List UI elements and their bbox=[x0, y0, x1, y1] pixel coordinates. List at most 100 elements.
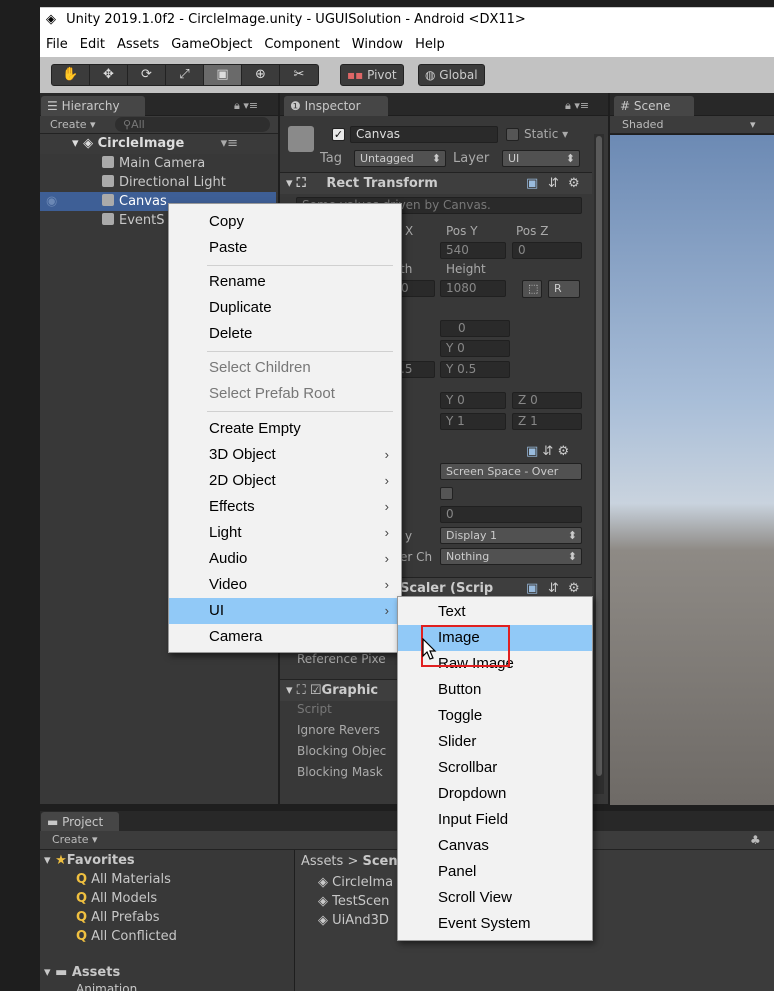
menu-gameobject[interactable]: GameObject bbox=[165, 33, 258, 57]
custom-tool-icon[interactable]: ✂ bbox=[280, 65, 318, 85]
submenu-item-text[interactable]: Text bbox=[398, 599, 592, 625]
rotate-tool-icon[interactable]: ⟳ bbox=[128, 65, 166, 85]
inspector-scrollbar[interactable] bbox=[594, 134, 604, 794]
menu-item-3d-object[interactable]: 3D Object › bbox=[169, 442, 401, 468]
move-tool-icon[interactable]: ✥ bbox=[90, 65, 128, 85]
settings-gear-icon[interactable]: ⚙ bbox=[568, 173, 580, 195]
shading-mode-dropdown[interactable]: Shaded bbox=[610, 118, 663, 131]
target-display-dropdown[interactable]: Display 1 ⬍ bbox=[440, 527, 582, 544]
anchor-min-y-field[interactable]: 0 bbox=[440, 320, 510, 337]
static-label[interactable]: Static ▾ bbox=[524, 127, 568, 141]
scene-view[interactable] bbox=[610, 135, 774, 805]
favorites-folder[interactable]: ▾ ★Favorites bbox=[44, 851, 135, 870]
tab-scene[interactable]: # Scene bbox=[614, 96, 694, 116]
global-toggle[interactable]: ◍ Global bbox=[418, 64, 485, 86]
breadcrumb-assets[interactable]: Assets bbox=[301, 854, 343, 869]
scale-z-field[interactable]: Z 1 bbox=[512, 413, 582, 430]
file-uiand3d[interactable]: ◈ UiAnd3D bbox=[318, 911, 389, 930]
submenu-item-toggle[interactable]: Toggle bbox=[398, 703, 592, 729]
menu-item-rename[interactable]: Rename bbox=[169, 269, 401, 295]
menu-item-copy[interactable]: Copy bbox=[169, 209, 401, 235]
pivot-y-field[interactable]: Y 0.5 bbox=[440, 361, 510, 378]
menu-item-duplicate[interactable]: Duplicate bbox=[169, 295, 401, 321]
assets-folder[interactable]: ▾ ▬ Assets bbox=[44, 963, 120, 982]
hierarchy-search-input[interactable]: ⚲All bbox=[115, 117, 270, 132]
favorite-all-conflicted[interactable]: Q All Conflicted bbox=[76, 927, 177, 946]
submenu-item-scrollbar[interactable]: Scrollbar bbox=[398, 755, 592, 781]
menu-item-effects[interactable]: Effects › bbox=[169, 494, 401, 520]
menu-help[interactable]: Help bbox=[409, 33, 451, 57]
hierarchy-lock-icon[interactable]: 🔒︎ ▾≡ bbox=[234, 99, 258, 113]
preset-icon[interactable]: ⇵ bbox=[548, 173, 559, 195]
file-testscene[interactable]: ◈ TestScen bbox=[318, 892, 389, 911]
pixel-perfect-checkbox[interactable] bbox=[440, 487, 453, 500]
submenu-item-canvas[interactable]: Canvas bbox=[398, 833, 592, 859]
submenu-item-scroll-view[interactable]: Scroll View bbox=[398, 885, 592, 911]
menu-item-video[interactable]: Video › bbox=[169, 572, 401, 598]
rotation-z-field[interactable]: Z 0 bbox=[512, 392, 582, 409]
canvas-component-icons[interactable]: ▣ ⇵ ⚙ bbox=[526, 444, 569, 459]
tab-hierarchy[interactable]: ☰ Hierarchy bbox=[41, 96, 145, 116]
menu-item-2d-object[interactable]: 2D Object › bbox=[169, 468, 401, 494]
favorite-all-models[interactable]: Q All Models bbox=[76, 889, 157, 908]
menu-component[interactable]: Component bbox=[258, 33, 345, 57]
sort-order-field[interactable]: 0 bbox=[440, 506, 582, 523]
submenu-item-dropdown[interactable]: Dropdown bbox=[398, 781, 592, 807]
animation-folder[interactable]: Animation bbox=[76, 982, 137, 991]
rect-transform-header[interactable]: ▾ ⛶ Rect Transform ▣ ⇵ ⚙ bbox=[280, 172, 592, 194]
rect-tool-icon[interactable]: ▣ bbox=[204, 65, 242, 85]
submenu-item-button[interactable]: Button bbox=[398, 677, 592, 703]
help-icon[interactable]: ▣ bbox=[526, 173, 538, 195]
menu-item-select-children[interactable]: Select Children bbox=[169, 355, 401, 381]
static-checkbox[interactable] bbox=[506, 128, 519, 141]
help-icon[interactable]: ▣ bbox=[526, 444, 538, 459]
height-field[interactable]: 1080 bbox=[440, 280, 506, 297]
scene-root-row[interactable]: ▾ ◈ CircleImage ▾≡ bbox=[40, 134, 278, 154]
scale-tool-icon[interactable]: ⤢ bbox=[166, 65, 204, 85]
object-name-field[interactable]: Canvas bbox=[350, 126, 498, 143]
render-mode-dropdown[interactable]: Screen Space - Over bbox=[440, 463, 582, 480]
pivot-toggle[interactable]: ▪▪ Pivot bbox=[340, 64, 404, 86]
layer-dropdown[interactable]: UI ⬍ bbox=[502, 150, 580, 167]
submenu-item-input-field[interactable]: Input Field bbox=[398, 807, 592, 833]
favorite-all-prefabs[interactable]: Q All Prefabs bbox=[76, 908, 160, 927]
project-filter-icon[interactable]: ♣ bbox=[750, 832, 761, 849]
raw-edit-button[interactable]: R bbox=[548, 280, 580, 298]
active-checkbox[interactable]: ✓ bbox=[332, 128, 345, 141]
file-circleimage[interactable]: ◈ CircleIma bbox=[318, 873, 393, 892]
project-create-button[interactable]: Create ▾ bbox=[40, 833, 98, 846]
menu-assets[interactable]: Assets bbox=[111, 33, 165, 57]
tab-inspector[interactable]: ❶ Inspector bbox=[284, 96, 388, 116]
breadcrumb-scenes[interactable]: Scen bbox=[362, 854, 397, 869]
blueprint-button[interactable]: ⬚ bbox=[522, 280, 542, 298]
hierarchy-create-button[interactable]: Create ▾ bbox=[40, 118, 96, 131]
submenu-item-slider[interactable]: Slider bbox=[398, 729, 592, 755]
menu-edit[interactable]: Edit bbox=[74, 33, 111, 57]
menu-item-light[interactable]: Light › bbox=[169, 520, 401, 546]
menu-item-select-prefab-root[interactable]: Select Prefab Root bbox=[169, 381, 401, 407]
inspector-scroll-thumb[interactable] bbox=[596, 136, 602, 776]
favorite-all-materials[interactable]: Q All Materials bbox=[76, 870, 171, 889]
hand-tool-icon[interactable]: ✋ bbox=[52, 65, 90, 85]
menu-item-camera[interactable]: Camera bbox=[169, 624, 401, 650]
pos-z-field[interactable]: 0 bbox=[512, 242, 582, 259]
menu-item-delete[interactable]: Delete bbox=[169, 321, 401, 347]
menu-item-audio[interactable]: Audio › bbox=[169, 546, 401, 572]
visibility-eye-icon[interactable]: ◉ bbox=[46, 192, 57, 211]
inspector-lock-icon[interactable]: 🔒︎ ▾≡ bbox=[565, 99, 589, 113]
menu-item-paste[interactable]: Paste bbox=[169, 235, 401, 261]
submenu-item-panel[interactable]: Panel bbox=[398, 859, 592, 885]
tab-project[interactable]: ▬ Project bbox=[41, 812, 119, 832]
graphic-raycaster-header[interactable]: ▾ ⛶ ☑Graphic bbox=[280, 679, 400, 701]
rotation-y-field[interactable]: Y 0 bbox=[440, 392, 506, 409]
tag-dropdown[interactable]: Untagged ⬍ bbox=[354, 150, 446, 167]
anchor-max-y-field[interactable]: Y 0 bbox=[440, 340, 510, 357]
menu-item-create-empty[interactable]: Create Empty bbox=[169, 416, 401, 442]
menu-item-ui[interactable]: UI › bbox=[169, 598, 401, 624]
menu-window[interactable]: Window bbox=[346, 33, 409, 57]
scene-menu-icon[interactable]: ▾≡ bbox=[221, 134, 238, 154]
scale-y-field[interactable]: Y 1 bbox=[440, 413, 506, 430]
hierarchy-item-directional-light[interactable]: Directional Light bbox=[40, 173, 276, 192]
hierarchy-item-main-camera[interactable]: Main Camera bbox=[40, 154, 276, 173]
pos-y-field[interactable]: 540 bbox=[440, 242, 506, 259]
